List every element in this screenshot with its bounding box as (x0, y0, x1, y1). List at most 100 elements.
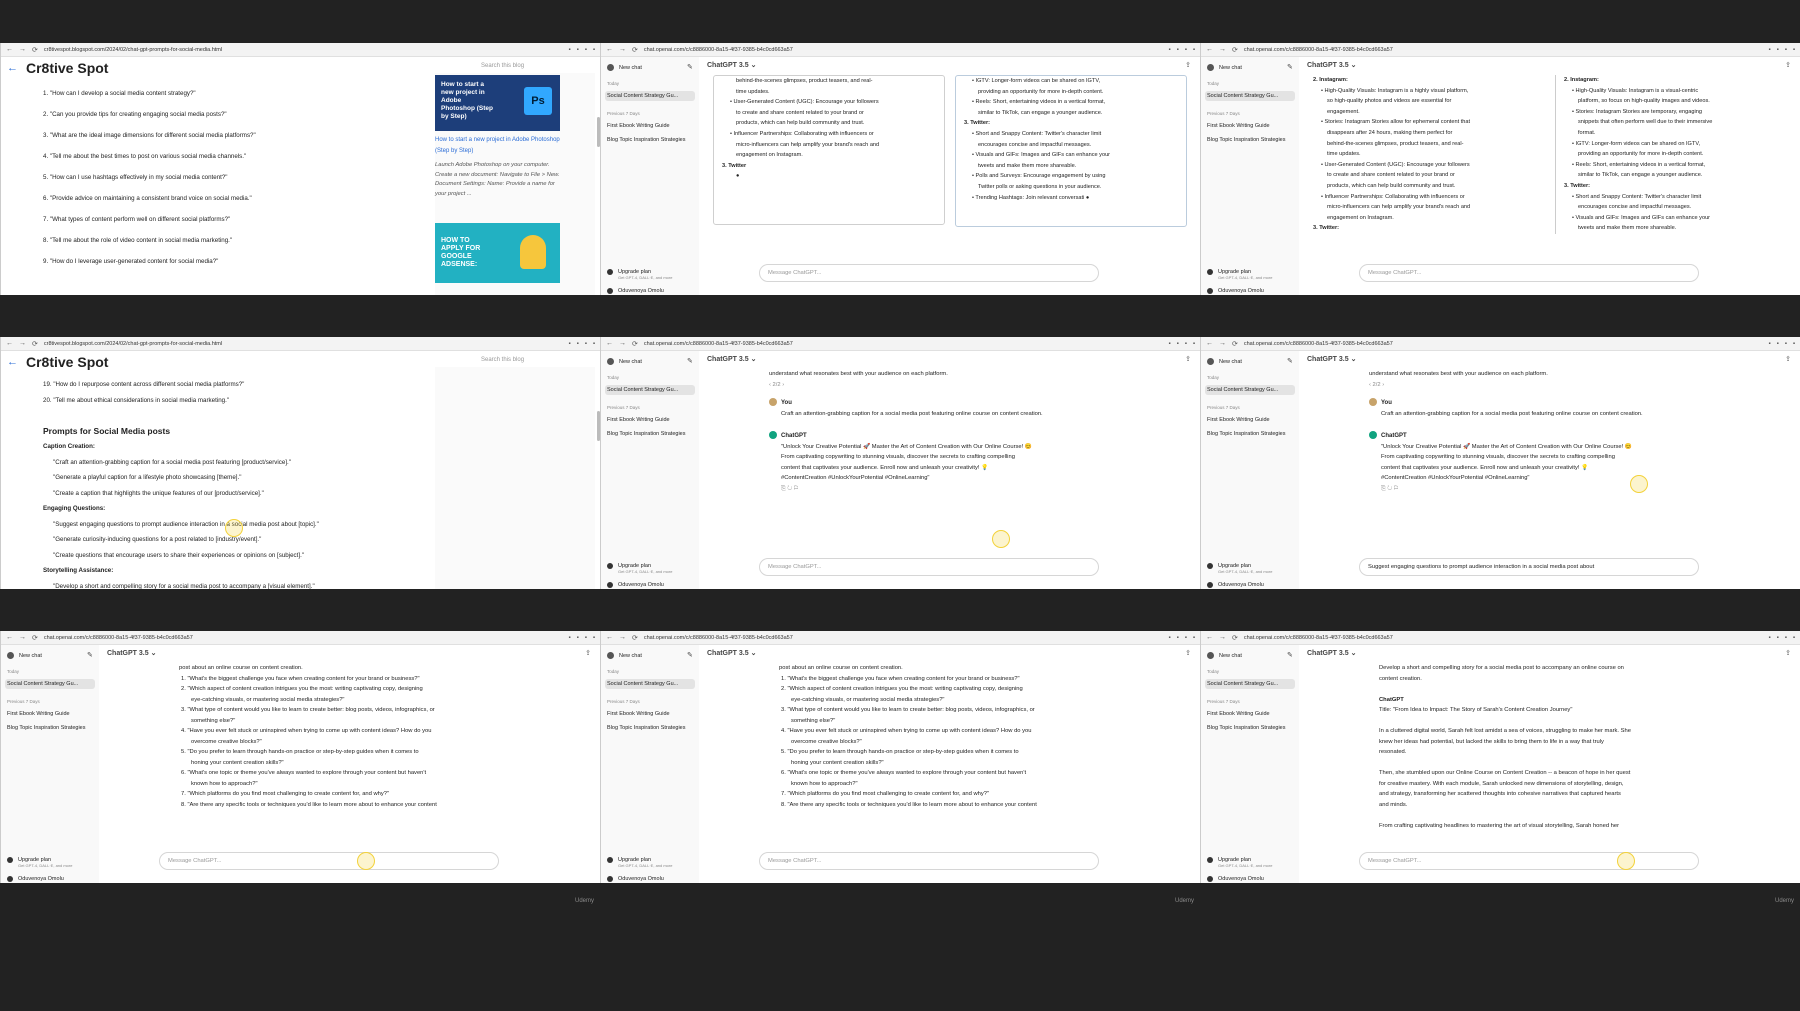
menu-icon[interactable]: ▪ (1793, 47, 1795, 53)
forward-icon[interactable]: → (19, 340, 26, 347)
star-icon[interactable]: ▪ (1768, 635, 1770, 641)
user-profile[interactable]: Oduvenoya Omolu (607, 876, 664, 882)
menu-icon[interactable]: ▪ (1193, 47, 1195, 53)
address-bar[interactable]: chat.openai.com/c/c8886000-8a15-4f37-938… (644, 47, 1163, 53)
extensions-icon[interactable]: ▪ (1177, 635, 1179, 641)
sidebar-item-active[interactable]: Social Content Strategy Gu... (1205, 679, 1295, 689)
sidebar-item[interactable]: First Ebook Writing Guide (1205, 709, 1295, 719)
model-selector[interactable]: ChatGPT 3.5 ⌄ (707, 61, 756, 69)
forward-icon[interactable]: → (1219, 46, 1226, 53)
star-icon[interactable]: ▪ (1168, 635, 1170, 641)
share-icon[interactable]: ⇪ (1185, 61, 1191, 69)
share-icon[interactable]: ⇪ (1185, 649, 1191, 657)
extensions-icon[interactable]: ▪ (1777, 341, 1779, 347)
back-icon[interactable]: ← (6, 340, 13, 347)
address-bar[interactable]: chat.openai.com/c/c8886000-8a15-4f37-938… (644, 341, 1163, 347)
sidebar-item-active[interactable]: Social Content Strategy Gu... (1205, 91, 1295, 101)
back-icon[interactable]: ← (6, 46, 13, 53)
sidebar-item-active[interactable]: Social Content Strategy Gu... (1205, 385, 1295, 395)
sidebar-item[interactable]: First Ebook Writing Guide (605, 121, 695, 131)
extensions-icon[interactable]: ▪ (1777, 47, 1779, 53)
back-icon[interactable]: ← (606, 634, 613, 641)
profile-icon[interactable]: ▪ (1785, 635, 1787, 641)
sidebar-item[interactable]: First Ebook Writing Guide (605, 415, 695, 425)
reload-icon[interactable]: ⟳ (32, 634, 38, 642)
pagination[interactable]: ‹ 2/2 › (769, 380, 1109, 391)
sidebar-item[interactable]: First Ebook Writing Guide (5, 709, 95, 719)
sidebar-item[interactable]: First Ebook Writing Guide (605, 709, 695, 719)
user-profile[interactable]: Oduvenoya Omolu (607, 582, 664, 588)
edit-icon[interactable]: ✎ (687, 63, 693, 71)
sidebar-item-active[interactable]: Social Content Strategy Gu... (605, 91, 695, 101)
profile-icon[interactable]: ▪ (585, 341, 587, 347)
extensions-icon[interactable]: ▪ (577, 47, 579, 53)
response-left[interactable]: 2. Instagram: • High-Quality Visuals: Ins… (1313, 75, 1545, 234)
menu-icon[interactable]: ▪ (593, 635, 595, 641)
blog-search-input[interactable]: Search this blog (481, 357, 524, 363)
profile-icon[interactable]: ▪ (585, 47, 587, 53)
star-icon[interactable]: ▪ (1168, 47, 1170, 53)
forward-icon[interactable]: → (19, 634, 26, 641)
address-bar[interactable]: cr8tivespot.blogspot.com/2024/02/chat-gp… (44, 341, 563, 347)
address-bar[interactable]: chat.openai.com/c/c8886000-8a15-4f37-938… (644, 635, 1163, 641)
star-icon[interactable]: ▪ (568, 635, 570, 641)
sidebar-item-active[interactable]: Social Content Strategy Gu... (605, 679, 695, 689)
reload-icon[interactable]: ⟳ (1232, 46, 1238, 54)
blog-title[interactable]: Cr8tive Spot (26, 60, 108, 76)
forward-icon[interactable]: → (19, 46, 26, 53)
upgrade-plan-button[interactable]: Upgrade plan Get GPT-4, DALL·E, and more (607, 563, 672, 574)
share-icon[interactable]: ⇪ (1185, 355, 1191, 363)
pagination[interactable]: ‹ 2/2 › (1369, 380, 1709, 391)
sidebar-item-active[interactable]: Social Content Strategy Gu... (5, 679, 95, 689)
response-actions[interactable]: ⎘ ↻ ⚐ (769, 484, 1109, 495)
model-selector[interactable]: ChatGPT 3.5 ⌄ (707, 355, 756, 363)
back-icon[interactable]: ← (6, 634, 13, 641)
sidebar-item[interactable]: First Ebook Writing Guide (1205, 121, 1295, 131)
sidebar-item[interactable]: Blog Topic Inspiration Strategies (1205, 723, 1295, 733)
sidebar-item[interactable]: Blog Topic Inspiration Strategies (1205, 135, 1295, 145)
new-chat-button[interactable]: New chat (607, 652, 642, 659)
star-icon[interactable]: ▪ (568, 341, 570, 347)
profile-icon[interactable]: ▪ (1185, 635, 1187, 641)
model-selector[interactable]: ChatGPT 3.5 ⌄ (1307, 61, 1356, 69)
forward-icon[interactable]: → (619, 634, 626, 641)
profile-icon[interactable]: ▪ (1185, 341, 1187, 347)
edit-icon[interactable]: ✎ (687, 357, 693, 365)
reload-icon[interactable]: ⟳ (1232, 634, 1238, 642)
user-profile[interactable]: Oduvenoya Omolu (1207, 288, 1264, 294)
menu-icon[interactable]: ▪ (1793, 341, 1795, 347)
share-icon[interactable]: ⇪ (585, 649, 591, 657)
sidebar-item[interactable]: First Ebook Writing Guide (1205, 415, 1295, 425)
post-link-photoshop[interactable]: How to start a new project in Adobe Phot… (435, 135, 560, 157)
address-bar[interactable]: chat.openai.com/c/c8886000-8a15-4f37-938… (1244, 341, 1763, 347)
back-icon[interactable]: ← (606, 340, 613, 347)
upgrade-plan-button[interactable]: Upgrade plan Get GPT-4, DALL·E, and more (1207, 269, 1272, 280)
response-actions[interactable]: ⎘ ↻ ⚐ (1369, 484, 1709, 495)
extensions-icon[interactable]: ▪ (1777, 635, 1779, 641)
model-selector[interactable]: ChatGPT 3.5 ⌄ (707, 649, 756, 657)
edit-icon[interactable]: ✎ (1287, 357, 1293, 365)
user-profile[interactable]: Oduvenoya Omolu (607, 288, 664, 294)
model-selector[interactable]: ChatGPT 3.5 ⌄ (107, 649, 156, 657)
upgrade-plan-button[interactable]: Upgrade plan Get GPT-4, DALL·E, and more (1207, 563, 1272, 574)
upgrade-plan-button[interactable]: Upgrade plan Get GPT-4, DALL·E, and more (1207, 857, 1272, 868)
extensions-icon[interactable]: ▪ (577, 635, 579, 641)
message-input[interactable]: Message ChatGPT... (759, 852, 1099, 870)
response-right[interactable]: 2. Instagram: • High-Quality Visuals: Ins… (1555, 75, 1787, 234)
reload-icon[interactable]: ⟳ (1232, 340, 1238, 348)
menu-icon[interactable]: ▪ (1193, 341, 1195, 347)
model-selector[interactable]: ChatGPT 3.5 ⌄ (1307, 355, 1356, 363)
profile-icon[interactable]: ▪ (585, 635, 587, 641)
new-chat-button[interactable]: New chat (607, 358, 642, 365)
back-arrow-icon[interactable]: ← (7, 62, 18, 74)
user-profile[interactable]: Oduvenoya Omolu (7, 876, 64, 882)
sidebar-item[interactable]: Blog Topic Inspiration Strategies (1205, 429, 1295, 439)
message-input[interactable]: Message ChatGPT... (759, 558, 1099, 576)
reload-icon[interactable]: ⟳ (32, 340, 38, 348)
forward-icon[interactable]: → (619, 46, 626, 53)
share-icon[interactable]: ⇪ (1785, 61, 1791, 69)
edit-icon[interactable]: ✎ (687, 651, 693, 659)
address-bar[interactable]: cr8tivespot.blogspot.com/2024/02/chat-gp… (44, 47, 563, 53)
star-icon[interactable]: ▪ (1768, 341, 1770, 347)
message-input[interactable]: Message ChatGPT... (759, 264, 1099, 282)
